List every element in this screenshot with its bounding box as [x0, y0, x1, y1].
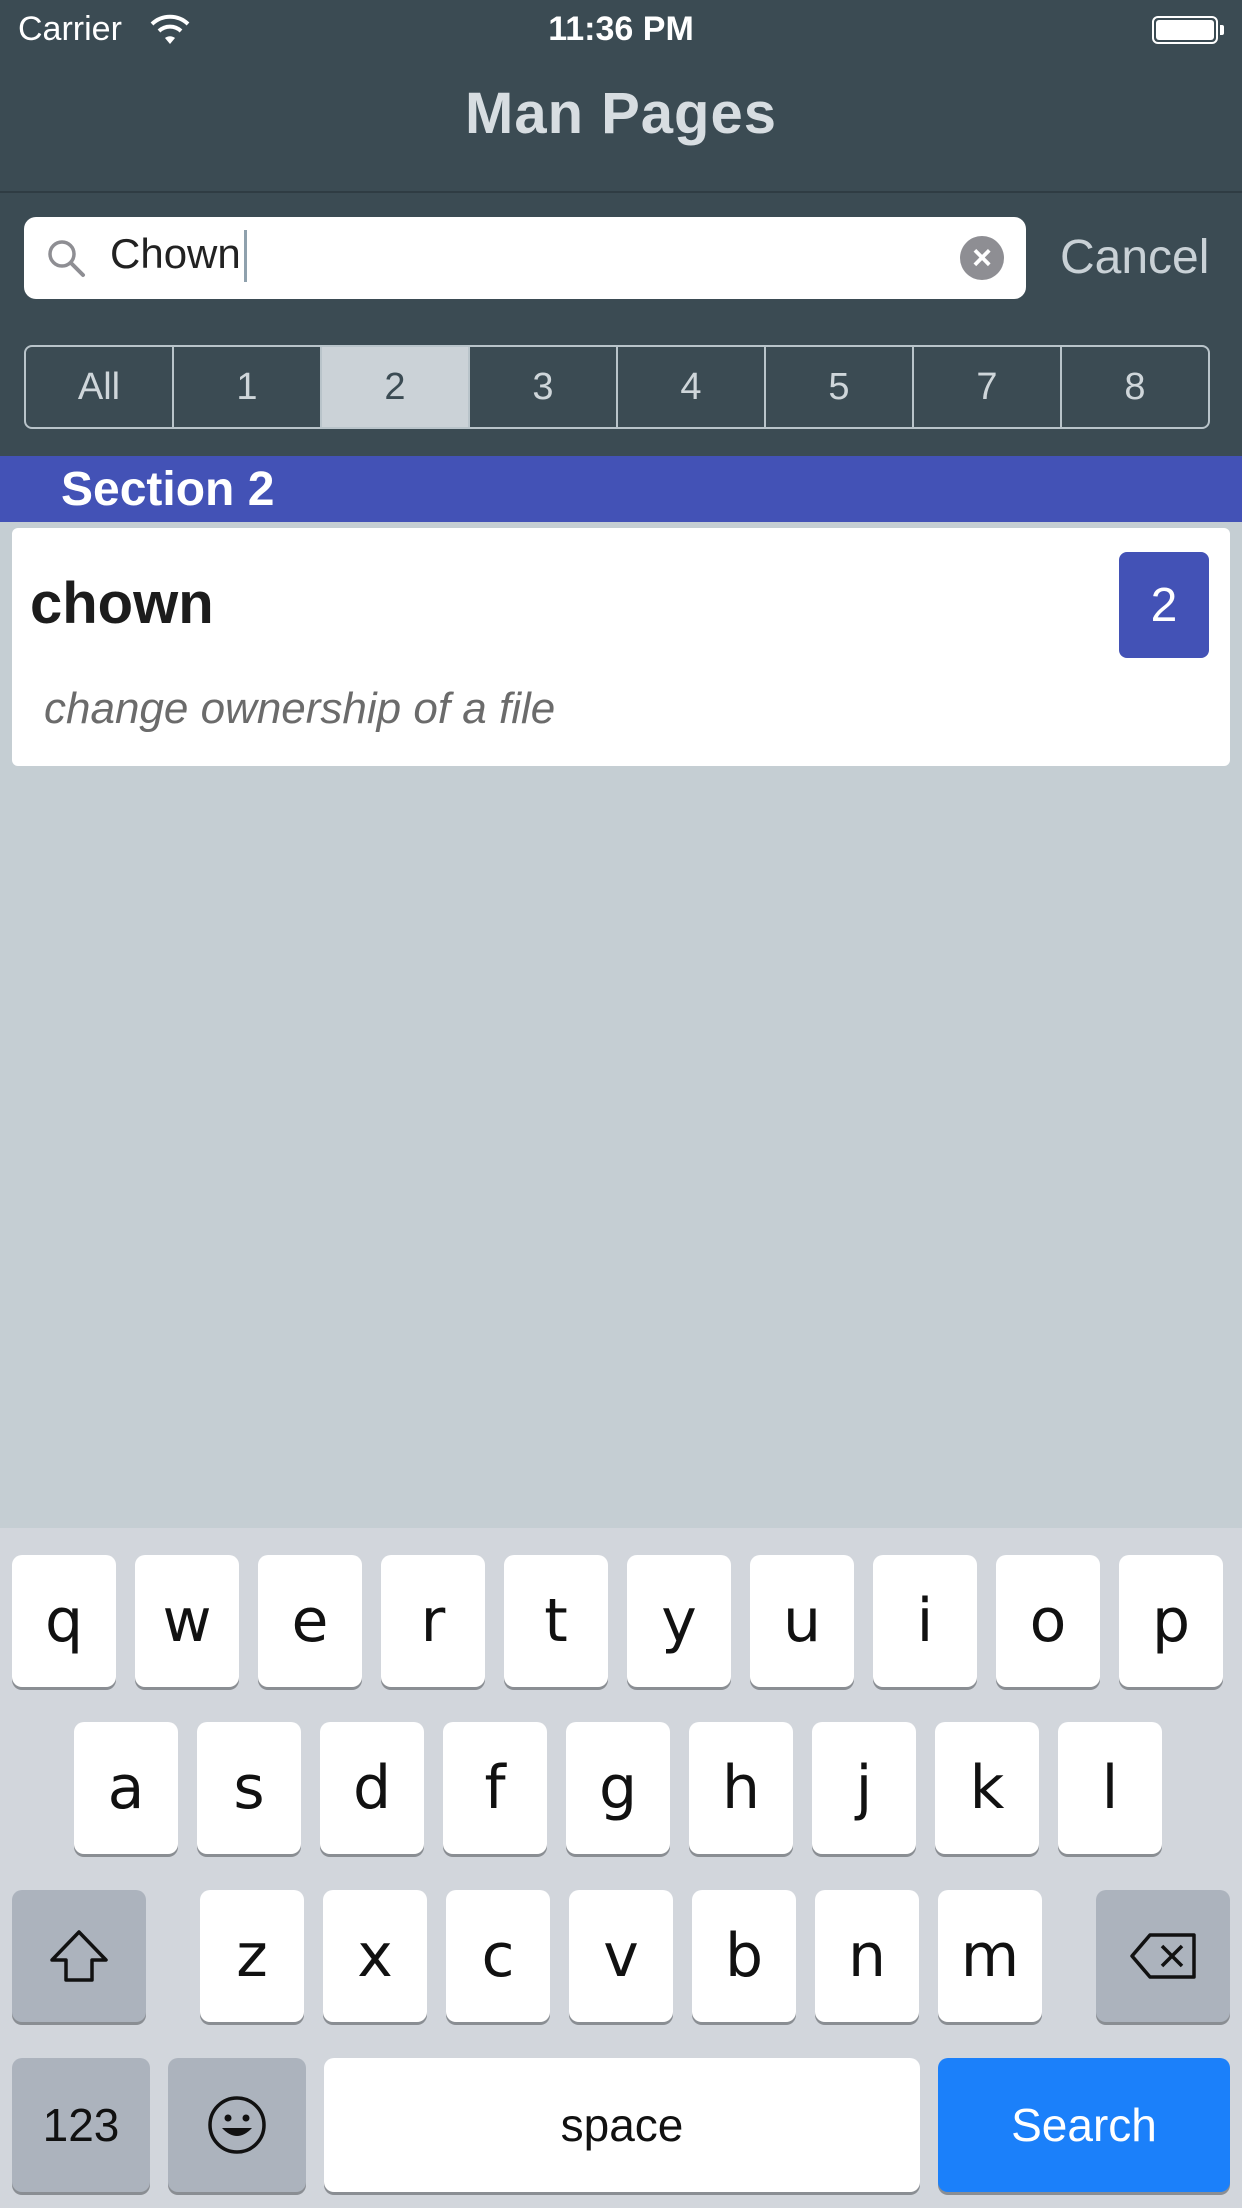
key-k[interactable]: k	[935, 1722, 1039, 1854]
search-icon	[48, 240, 85, 277]
key-r[interactable]: r	[381, 1555, 485, 1687]
shift-key[interactable]	[12, 1890, 146, 2022]
text-caret	[244, 230, 247, 282]
key-q[interactable]: q	[12, 1555, 116, 1687]
battery-tip	[1220, 25, 1224, 35]
segment-all[interactable]: All	[26, 347, 174, 427]
result-description: change ownership of a file	[44, 684, 556, 733]
segment-2[interactable]: 2	[322, 347, 470, 427]
segment-7[interactable]: 7	[914, 347, 1062, 427]
search-input-value[interactable]: Chown	[110, 230, 241, 278]
key-f[interactable]: f	[443, 1722, 547, 1854]
search-key[interactable]: Search	[938, 2058, 1230, 2192]
key-l[interactable]: l	[1058, 1722, 1162, 1854]
backspace-icon	[1130, 1933, 1196, 1979]
emoji-icon	[208, 2096, 266, 2154]
key-b[interactable]: b	[692, 1890, 796, 2022]
status-bar: Carrier 11:36 PM	[0, 0, 1242, 62]
segment-1[interactable]: 1	[174, 347, 322, 427]
key-s[interactable]: s	[197, 1722, 301, 1854]
key-u[interactable]: u	[750, 1555, 854, 1687]
segment-4[interactable]: 4	[618, 347, 766, 427]
key-j[interactable]: j	[812, 1722, 916, 1854]
key-o[interactable]: o	[996, 1555, 1100, 1687]
battery-icon	[1152, 16, 1218, 44]
section-header-title: Section 2	[61, 463, 275, 516]
emoji-key[interactable]	[168, 2058, 306, 2192]
numbers-key[interactable]: 123	[12, 2058, 150, 2192]
result-command-name: chown	[30, 571, 214, 636]
segment-8[interactable]: 8	[1062, 347, 1208, 427]
section-filter-segmented-control: All 1 2 3 4 5 7 8	[24, 345, 1210, 429]
key-z[interactable]: z	[200, 1890, 304, 2022]
key-w[interactable]: w	[135, 1555, 239, 1687]
shift-icon	[50, 1930, 108, 1982]
key-i[interactable]: i	[873, 1555, 977, 1687]
key-d[interactable]: d	[320, 1722, 424, 1854]
key-a[interactable]: a	[74, 1722, 178, 1854]
key-n[interactable]: n	[815, 1890, 919, 2022]
delete-key[interactable]	[1096, 1890, 1230, 2022]
key-p[interactable]: p	[1119, 1555, 1223, 1687]
page-title: Man Pages	[465, 81, 777, 146]
key-v[interactable]: v	[569, 1890, 673, 2022]
space-key[interactable]: space	[324, 2058, 920, 2192]
key-h[interactable]: h	[689, 1722, 793, 1854]
key-y[interactable]: y	[627, 1555, 731, 1687]
key-g[interactable]: g	[566, 1722, 670, 1854]
key-m[interactable]: m	[938, 1890, 1042, 2022]
key-c[interactable]: c	[446, 1890, 550, 2022]
segment-3[interactable]: 3	[470, 347, 618, 427]
key-t[interactable]: t	[504, 1555, 608, 1687]
segment-5[interactable]: 5	[766, 347, 914, 427]
cancel-button[interactable]: Cancel	[1060, 230, 1209, 285]
key-e[interactable]: e	[258, 1555, 362, 1687]
clear-icon[interactable]: ×	[960, 236, 1004, 280]
section-badge: 2	[1119, 552, 1209, 658]
clock: 11:36 PM	[548, 10, 694, 48]
key-x[interactable]: x	[323, 1890, 427, 2022]
